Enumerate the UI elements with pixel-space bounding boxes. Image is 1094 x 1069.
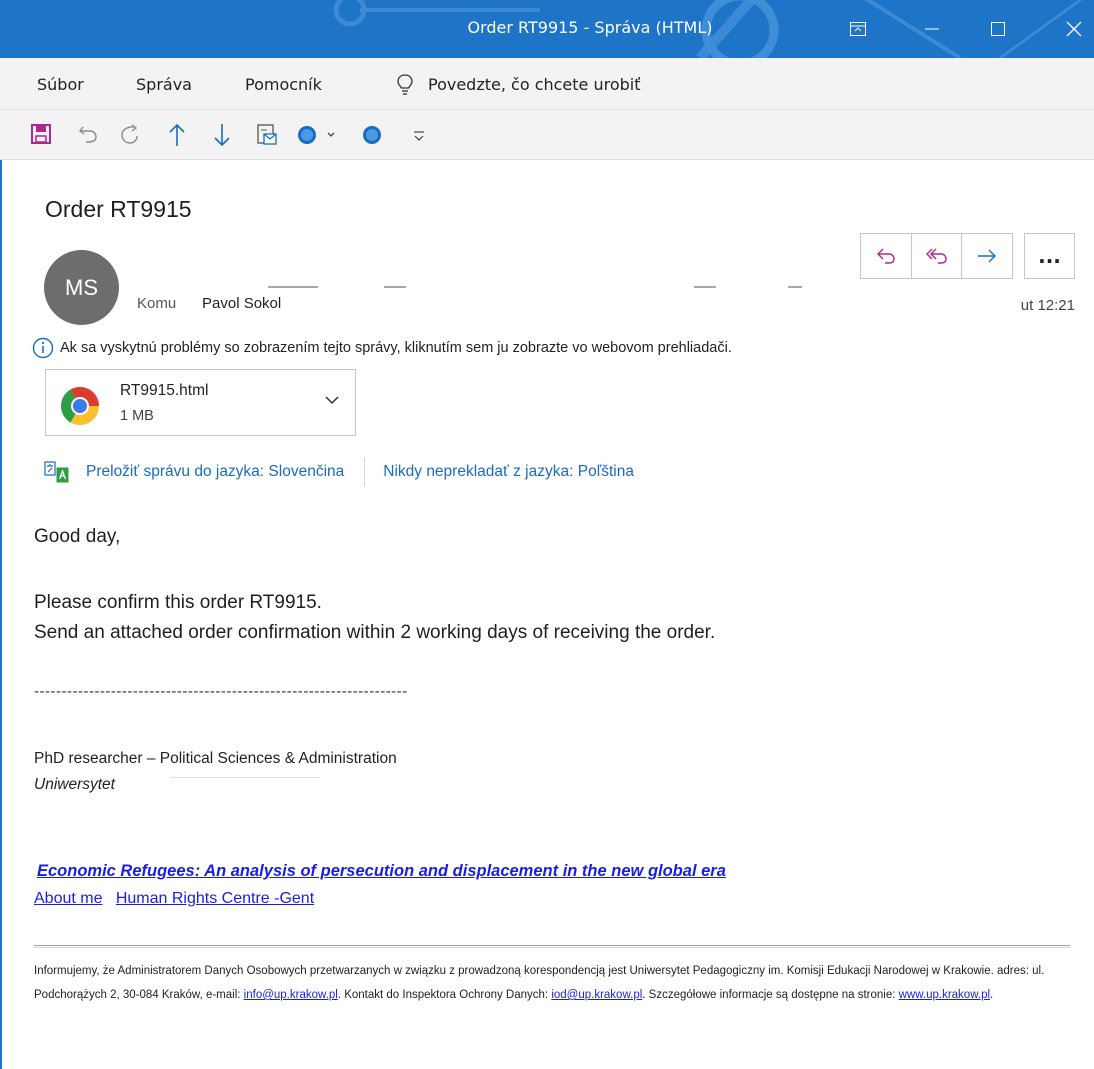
info-icon — [32, 337, 54, 359]
ribbon-display-options-button[interactable] — [830, 0, 886, 58]
avatar[interactable]: MS — [44, 250, 119, 325]
previous-item-icon[interactable] — [166, 123, 188, 147]
close-icon — [1066, 21, 1082, 37]
circle-icon[interactable] — [360, 123, 384, 147]
lightbulb-icon — [397, 74, 413, 95]
next-item-icon[interactable] — [211, 123, 233, 147]
separator — [364, 457, 366, 487]
redacted-sender — [788, 286, 802, 288]
redacted-sender — [384, 286, 406, 288]
to-label: Komu — [137, 295, 177, 312]
reply-actions-group — [860, 233, 1013, 279]
signature-links: About me Human Rights Centre -Gent — [34, 890, 314, 908]
iod-email-link[interactable]: iod@up.krakow.pl — [551, 989, 642, 1001]
tell-me-search[interactable]: Povedzte, čo chcete urobiť — [428, 75, 641, 94]
menu-file[interactable]: Súbor — [37, 75, 84, 94]
maximize-icon — [991, 22, 1005, 36]
title-bar: Order RT9915 - Správa (HTML) — [0, 0, 1094, 58]
minimize-icon — [925, 28, 939, 30]
footer-divider — [34, 945, 1070, 948]
footer-text: . — [990, 989, 994, 1001]
about-me-link[interactable]: About me — [34, 890, 102, 907]
human-rights-centre-link[interactable]: Human Rights Centre -Gent — [116, 890, 314, 907]
minimize-button[interactable] — [904, 0, 960, 58]
footer-text: . Szczegółowe informacje są dostępne na … — [642, 989, 899, 1001]
circle-dropdown-icon[interactable] — [296, 123, 340, 147]
more-actions-button[interactable]: ... — [1024, 233, 1075, 279]
message-time: ut 12:21 — [1020, 297, 1075, 314]
info-bar[interactable]: Ak sa vyskytnú problémy so zobrazením te… — [32, 335, 732, 361]
menu-help[interactable]: Pomocník — [245, 75, 322, 94]
footer-text: . Kontakt do Inspektora Ochrony Danych: — [337, 989, 552, 1001]
forward-icon — [978, 249, 997, 263]
body-line: Please confirm this order RT9915. — [34, 592, 322, 613]
chrome-icon — [60, 386, 100, 426]
footer-disclaimer: Informujemy, że Administratorem Danych O… — [34, 959, 1074, 1007]
attachment-card[interactable]: RT9915.html 1 MB — [45, 369, 356, 436]
reply-all-button[interactable] — [912, 234, 963, 278]
recipient-name[interactable]: Pavol Sokol — [202, 295, 281, 312]
redacted-sender — [694, 286, 716, 288]
translate-icon — [44, 461, 69, 483]
reply-button[interactable] — [861, 234, 912, 278]
save-icon[interactable] — [30, 123, 52, 145]
translate-link[interactable]: Preložiť správu do jazyka: Slovenčina — [86, 463, 344, 481]
menu-bar: Súbor Správa Pomocník Povedzte, čo chcet… — [0, 58, 1094, 110]
signature-separator: ----------------------------------------… — [34, 683, 408, 700]
attachment-size: 1 MB — [120, 408, 154, 424]
body-line: Send an attached order confirmation with… — [34, 622, 716, 643]
chevron-down-icon[interactable] — [325, 395, 339, 405]
ribbon-display-icon — [850, 22, 866, 36]
forward-button[interactable] — [962, 234, 1012, 278]
redacted-signature — [170, 777, 320, 778]
menu-message[interactable]: Správa — [136, 75, 192, 94]
undo-icon[interactable] — [77, 123, 99, 145]
more-icon: ... — [1038, 244, 1061, 268]
maximize-button[interactable] — [970, 0, 1026, 58]
redacted-sender — [268, 286, 318, 288]
window-left-border — [0, 160, 2, 1069]
translation-bar: Preložiť správu do jazyka: Slovenčina Ni… — [44, 457, 634, 487]
info-email-link[interactable]: info@up.krakow.pl — [244, 989, 338, 1001]
redo-icon[interactable] — [118, 123, 140, 145]
reply-all-icon — [925, 248, 947, 264]
quick-access-toolbar — [0, 110, 1094, 160]
reply-icon — [876, 248, 895, 264]
attachment-name: RT9915.html — [120, 382, 209, 399]
website-link[interactable]: www.up.krakow.pl — [899, 989, 990, 1001]
message-subject: Order RT9915 — [45, 196, 192, 222]
info-text: Ak sa vyskytnú problémy so zobrazením te… — [60, 340, 732, 356]
greeting: Good day, — [34, 526, 121, 547]
signature-title: PhD researcher – Political Sciences & Ad… — [34, 750, 397, 767]
book-link[interactable]: Economic Refugees: An analysis of persec… — [37, 862, 726, 881]
template-icon[interactable] — [256, 123, 278, 147]
never-translate-link[interactable]: Nikdy neprekladať z jazyka: Poľština — [383, 463, 634, 481]
customize-icon[interactable] — [412, 123, 426, 147]
close-button[interactable] — [1046, 0, 1094, 58]
signature-organization: Uniwersytet — [34, 776, 115, 793]
